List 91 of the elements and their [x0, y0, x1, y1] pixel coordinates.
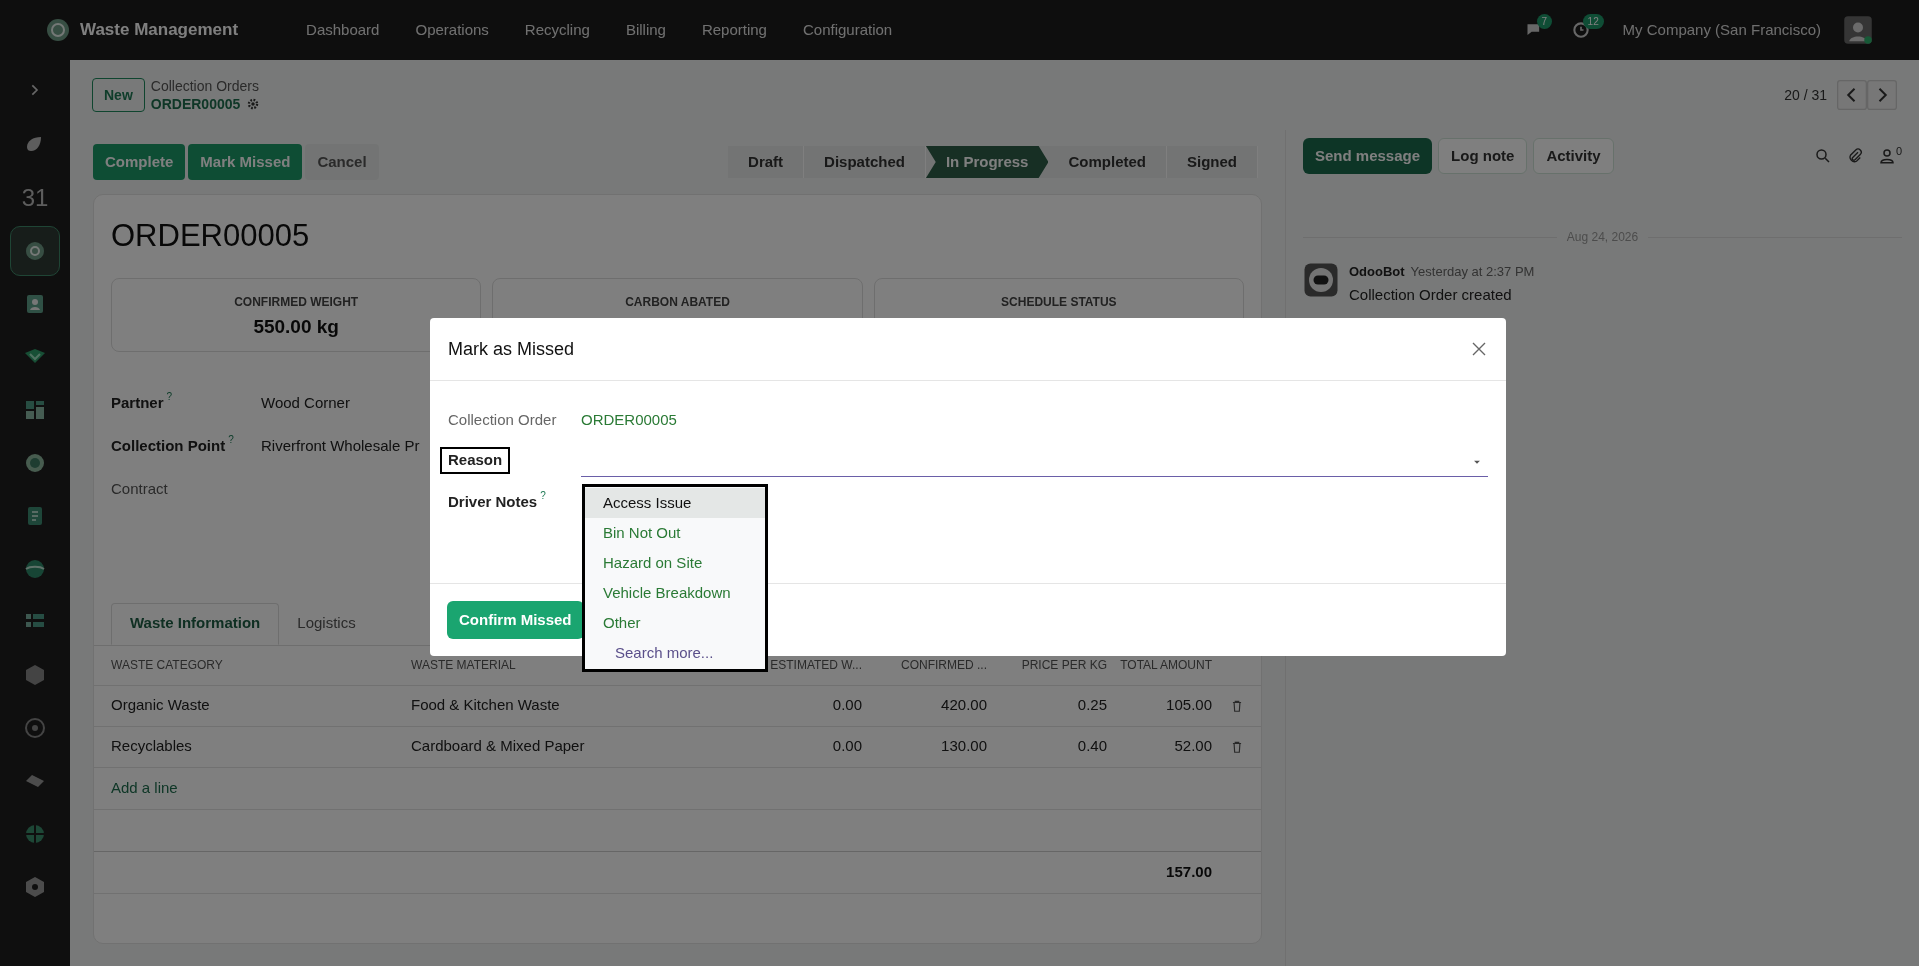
app-logo-icon[interactable] — [46, 18, 70, 42]
action-button[interactable]: Complete — [93, 144, 186, 180]
column-header[interactable]: CONFIRMED ... — [862, 656, 987, 674]
field-label: Reason — [440, 447, 511, 474]
cube-icon[interactable] — [23, 663, 47, 687]
dropdown-option[interactable]: Vehicle Breakdown — [585, 578, 765, 608]
trash-icon[interactable] — [1230, 739, 1244, 754]
pager-value: 20 / 31 — [1784, 85, 1827, 105]
column-header[interactable]: WASTE CATEGORY — [111, 656, 411, 674]
status-step[interactable]: Completed — [1048, 146, 1167, 178]
table-cell-text: 0.00 — [831, 736, 862, 757]
table-cell-text: 0.25 — [1076, 695, 1107, 716]
trash-icon[interactable] — [1230, 698, 1244, 713]
chatter-button[interactable]: Activity — [1533, 138, 1614, 174]
table-cell-text: Cardboard & Mixed Paper — [411, 736, 586, 757]
confirm-button[interactable]: Confirm Missed — [447, 601, 584, 639]
message-count-badge: 7 — [1536, 14, 1553, 29]
dashboard-icon[interactable] — [23, 398, 47, 422]
follower-count: 0 — [1895, 144, 1902, 159]
stat-label: CARBON ABATED — [625, 293, 730, 311]
message-body: Collection Order created — [1349, 284, 1513, 305]
person-icon[interactable] — [1877, 147, 1896, 165]
stat-label: SCHEDULE STATUS — [1001, 293, 1117, 311]
settings-icon[interactable] — [246, 97, 261, 111]
table-cell-text: Food & Kitchen Waste — [411, 695, 561, 716]
status-step[interactable]: Dispatched — [804, 146, 926, 178]
company-switcher[interactable]: My Company (San Francisco) — [1622, 18, 1821, 42]
menu-item[interactable]: Recycling — [524, 18, 590, 42]
field-label: Collection Point — [111, 435, 226, 456]
table-cell-text: 420.00 — [940, 695, 987, 716]
total-amount: 157.00 — [1165, 861, 1212, 882]
add-line-link[interactable]: Add a line — [111, 776, 178, 800]
dropdown-option[interactable]: Access Issue — [585, 488, 765, 518]
settings-icon[interactable] — [23, 875, 47, 899]
status-step[interactable]: Draft — [728, 146, 805, 178]
record-link[interactable]: ORDER00005 — [581, 409, 677, 432]
globe-icon[interactable] — [23, 557, 47, 581]
record-name: ORDER00005 — [150, 95, 241, 113]
dropdown-option[interactable]: Bin Not Out — [585, 518, 765, 548]
menu-item[interactable]: Operations — [415, 18, 489, 42]
search-icon[interactable] — [1813, 147, 1832, 165]
sidebar-item-highlight[interactable] — [10, 226, 60, 276]
form-tab[interactable]: Waste Information — [111, 602, 280, 645]
field-label: Collection Order — [448, 410, 557, 430]
previous-icon[interactable] — [1837, 80, 1867, 110]
calendar-app-label[interactable]: 31 — [21, 180, 49, 216]
new-button[interactable]: New — [92, 78, 145, 112]
field-label: Contract — [111, 478, 168, 499]
table-cell-text: 105.00 — [1165, 695, 1212, 716]
stat-value: 550.00 kg — [253, 314, 339, 339]
bot-avatar-icon — [1303, 262, 1339, 298]
menu-item[interactable]: Dashboard — [306, 18, 380, 42]
table-cell-text: 130.00 — [940, 736, 987, 757]
search-more-link[interactable]: Search more... — [585, 638, 765, 668]
field-label: Driver Notes — [448, 492, 538, 512]
record-title: ORDER00005 — [111, 217, 311, 255]
message-time: Yesterday at 2:37 PM — [1410, 263, 1535, 281]
message-author[interactable]: OdooBot — [1349, 262, 1405, 282]
chatter-button[interactable]: Send message — [1303, 138, 1433, 174]
activity-count-badge: 12 — [1582, 14, 1604, 29]
field-label: Partner — [111, 392, 164, 413]
form-tab[interactable]: Logistics — [279, 602, 374, 645]
field-value: Wood Corner — [261, 392, 350, 413]
user-avatar-icon[interactable] — [1843, 15, 1873, 45]
column-header[interactable]: PRICE PER KG — [987, 656, 1107, 674]
chatter-button[interactable]: Log note — [1438, 138, 1528, 174]
field-value: Riverfront Wholesale Pr — [261, 435, 420, 456]
dropdown-option[interactable]: Other — [585, 608, 765, 638]
breadcrumb-link[interactable]: Collection Orders — [150, 77, 261, 95]
dialog-title: Mark as Missed — [448, 337, 576, 361]
table-cell-text: Recyclables — [111, 736, 193, 757]
stat-label: CONFIRMED WEIGHT — [234, 293, 359, 311]
action-button[interactable]: Mark Missed — [188, 144, 303, 180]
help-tooltip[interactable]: ? — [540, 491, 546, 501]
table-cell-text: 52.00 — [1173, 736, 1212, 757]
status-step[interactable]: Signed — [1167, 146, 1258, 178]
menu-item[interactable]: Configuration — [802, 18, 893, 42]
table-cell-text: 0.00 — [831, 695, 862, 716]
menu-item[interactable]: Reporting — [701, 18, 767, 42]
next-icon[interactable] — [1867, 80, 1897, 110]
app-name[interactable]: Waste Management — [80, 17, 239, 43]
action-button[interactable]: Cancel — [305, 144, 379, 180]
menu-item[interactable]: Billing — [625, 18, 666, 42]
help-tooltip[interactable]: ? — [228, 434, 234, 445]
table-cell-text: 0.40 — [1076, 736, 1107, 757]
close-icon[interactable] — [1470, 340, 1488, 358]
help-tooltip[interactable]: ? — [166, 391, 173, 402]
column-header[interactable]: TOTAL AMOUNT — [1107, 656, 1212, 674]
status-step[interactable]: In Progress — [925, 146, 1049, 178]
dropdown-option[interactable]: Hazard on Site — [585, 548, 765, 578]
table-cell-text: Organic Waste — [111, 695, 211, 716]
